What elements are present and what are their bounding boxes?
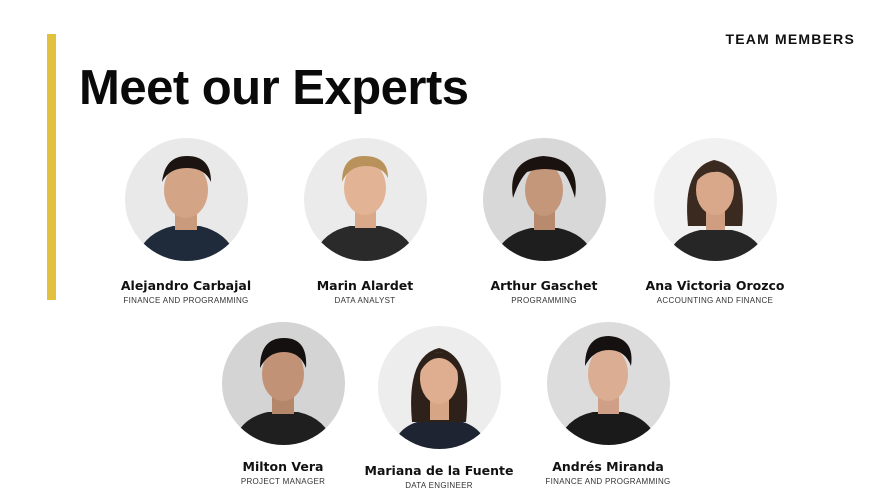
accent-bar [47, 34, 56, 300]
member-photo [653, 138, 777, 261]
team-member-card: Ana Victoria Orozco ACCOUNTING AND FINAN… [620, 138, 810, 305]
member-photo [303, 138, 427, 261]
team-member-card: Arthur Gaschet PROGRAMMING [449, 138, 639, 305]
member-photo [124, 138, 248, 261]
member-name: Alejandro Carbajal [120, 278, 252, 293]
member-name: Mariana de la Fuente [364, 463, 514, 478]
member-name: Ana Victoria Orozco [645, 278, 785, 293]
member-role: PROGRAMMING [511, 296, 577, 305]
member-role: DATA ENGINEER [405, 481, 473, 490]
member-photo [546, 322, 670, 445]
team-member-card: Alejandro Carbajal FINANCE AND PROGRAMMI… [91, 138, 281, 305]
member-role: ACCOUNTING AND FINANCE [656, 296, 774, 305]
section-label: TEAM MEMBERS [725, 31, 855, 47]
team-member-card: Marin Alardet DATA ANALYST [270, 138, 460, 305]
member-photo [221, 322, 345, 445]
member-name: Arthur Gaschet [490, 278, 598, 293]
member-name: Andrés Miranda [552, 459, 664, 474]
member-name: Marin Alardet [316, 278, 414, 293]
member-role: DATA ANALYST [334, 296, 396, 305]
member-photo [482, 138, 606, 261]
team-member-card: Andrés Miranda FINANCE AND PROGRAMMING [513, 322, 703, 486]
member-role: FINANCE AND PROGRAMMING [545, 477, 671, 486]
member-photo [377, 326, 501, 449]
member-role: FINANCE AND PROGRAMMING [123, 296, 249, 305]
team-member-card: Mariana de la Fuente DATA ENGINEER [344, 326, 534, 490]
page-title: Meet our Experts [79, 61, 469, 115]
